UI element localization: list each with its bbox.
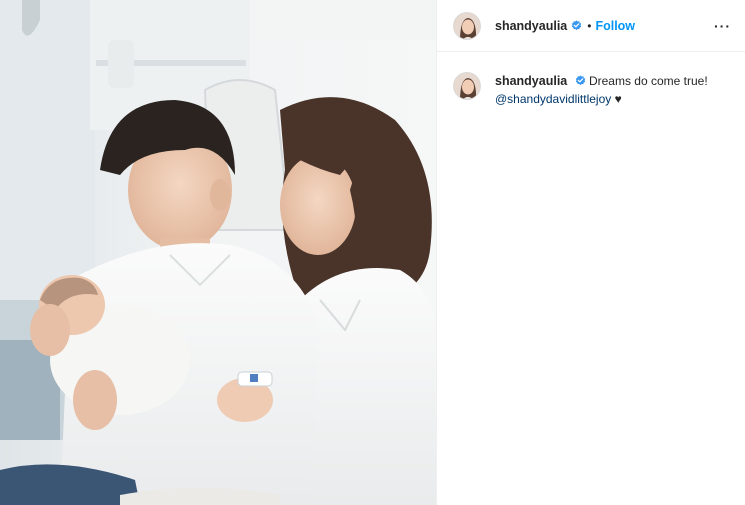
caption-username-link[interactable]: shandyaulia <box>495 74 567 88</box>
verified-badge-icon <box>572 20 582 31</box>
verified-badge-icon <box>575 75 585 86</box>
caption: shandyaulia Dreams do come true! @shandy… <box>437 52 745 108</box>
caption-text: shandyaulia Dreams do come true! @shandy… <box>495 72 708 108</box>
more-options-icon[interactable]: ··· <box>714 18 731 34</box>
post-header: shandyaulia • Follow ··· <box>437 0 745 52</box>
username-link[interactable]: shandyaulia <box>495 19 567 33</box>
heart-emoji: ♥ <box>614 92 622 106</box>
mention-link[interactable]: @shandydavidlittlejoy <box>495 92 611 106</box>
follow-button[interactable]: Follow <box>595 19 635 33</box>
avatar-image <box>454 12 480 39</box>
post-side-panel: shandyaulia • Follow ··· shandyaulia Dre… <box>436 0 745 505</box>
avatar[interactable] <box>453 11 481 40</box>
post-photo[interactable] <box>0 0 436 505</box>
caption-avatar[interactable] <box>453 72 481 100</box>
parents-holding-newborn-photo <box>0 0 436 505</box>
caption-body: Dreams do come true! <box>588 74 708 88</box>
avatar-image <box>454 73 480 99</box>
instagram-post: shandyaulia • Follow ··· shandyaulia Dre… <box>0 0 745 505</box>
separator-dot: • <box>587 18 592 33</box>
